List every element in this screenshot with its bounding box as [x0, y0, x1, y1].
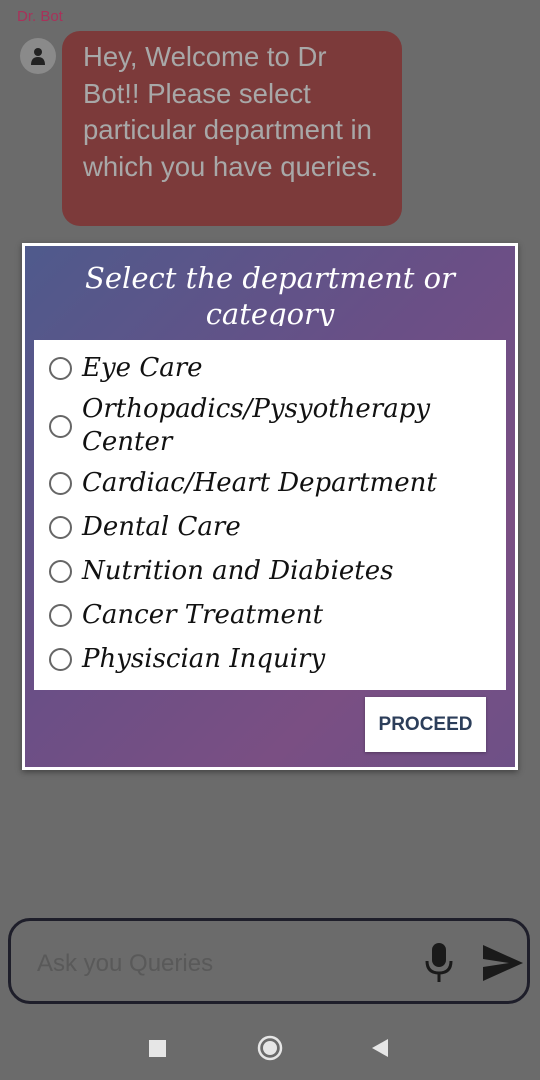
recents-square-icon[interactable]: [149, 1040, 166, 1057]
option-orthopadics[interactable]: Orthopadics/Pysyotherapy Center: [49, 393, 462, 459]
option-physician-inquiry[interactable]: Physiscian Inquiry: [49, 643, 325, 676]
department-options-list: Eye Care Orthopadics/Pysyotherapy Center…: [34, 340, 506, 690]
option-label: Nutrition and Diabietes: [82, 556, 394, 586]
radio-button-icon[interactable]: [49, 472, 72, 495]
option-nutrition[interactable]: Nutrition and Diabietes: [49, 555, 393, 588]
option-dental-care[interactable]: Dental Care: [49, 511, 241, 544]
option-label: Cancer Treatment: [82, 600, 324, 630]
option-label: Dental Care: [82, 512, 241, 542]
dialog-title: Select the department or category: [85, 261, 455, 326]
radio-button-icon[interactable]: [49, 414, 72, 438]
proceed-button[interactable]: PROCEED: [365, 697, 486, 752]
option-label: Eye Care: [82, 353, 203, 383]
query-input-bar[interactable]: Ask you Queries: [8, 918, 530, 1004]
option-cancer-treatment[interactable]: Cancer Treatment: [49, 599, 323, 632]
system-navigation-bar: [0, 1010, 540, 1080]
bot-message-text: Hey, Welcome to Dr Bot!! Please select p…: [83, 41, 379, 182]
bot-name: Dr. Bot: [17, 8, 63, 25]
radio-button-icon[interactable]: [49, 604, 72, 627]
bot-avatar-icon: [20, 38, 56, 74]
bot-message-bubble: Hey, Welcome to Dr Bot!! Please select p…: [62, 31, 402, 226]
option-cardiac[interactable]: Cardiac/Heart Department: [49, 467, 437, 500]
microphone-icon[interactable]: [422, 941, 456, 985]
home-circle-icon[interactable]: [257, 1035, 283, 1061]
send-icon[interactable]: [481, 943, 525, 983]
back-triangle-icon[interactable]: [370, 1037, 390, 1059]
option-label: Orthopadics/Pysyotherapy Center: [82, 394, 431, 457]
radio-button-icon[interactable]: [49, 516, 72, 539]
radio-button-icon[interactable]: [49, 560, 72, 583]
department-dialog: Select the department or category Eye Ca…: [22, 243, 518, 770]
radio-button-icon[interactable]: [49, 648, 72, 671]
option-eye-care[interactable]: Eye Care: [49, 352, 203, 385]
radio-button-icon[interactable]: [49, 357, 72, 380]
option-label: Physiscian Inquiry: [82, 644, 326, 674]
option-label: Cardiac/Heart Department: [82, 468, 437, 498]
query-input[interactable]: Ask you Queries: [37, 950, 213, 978]
